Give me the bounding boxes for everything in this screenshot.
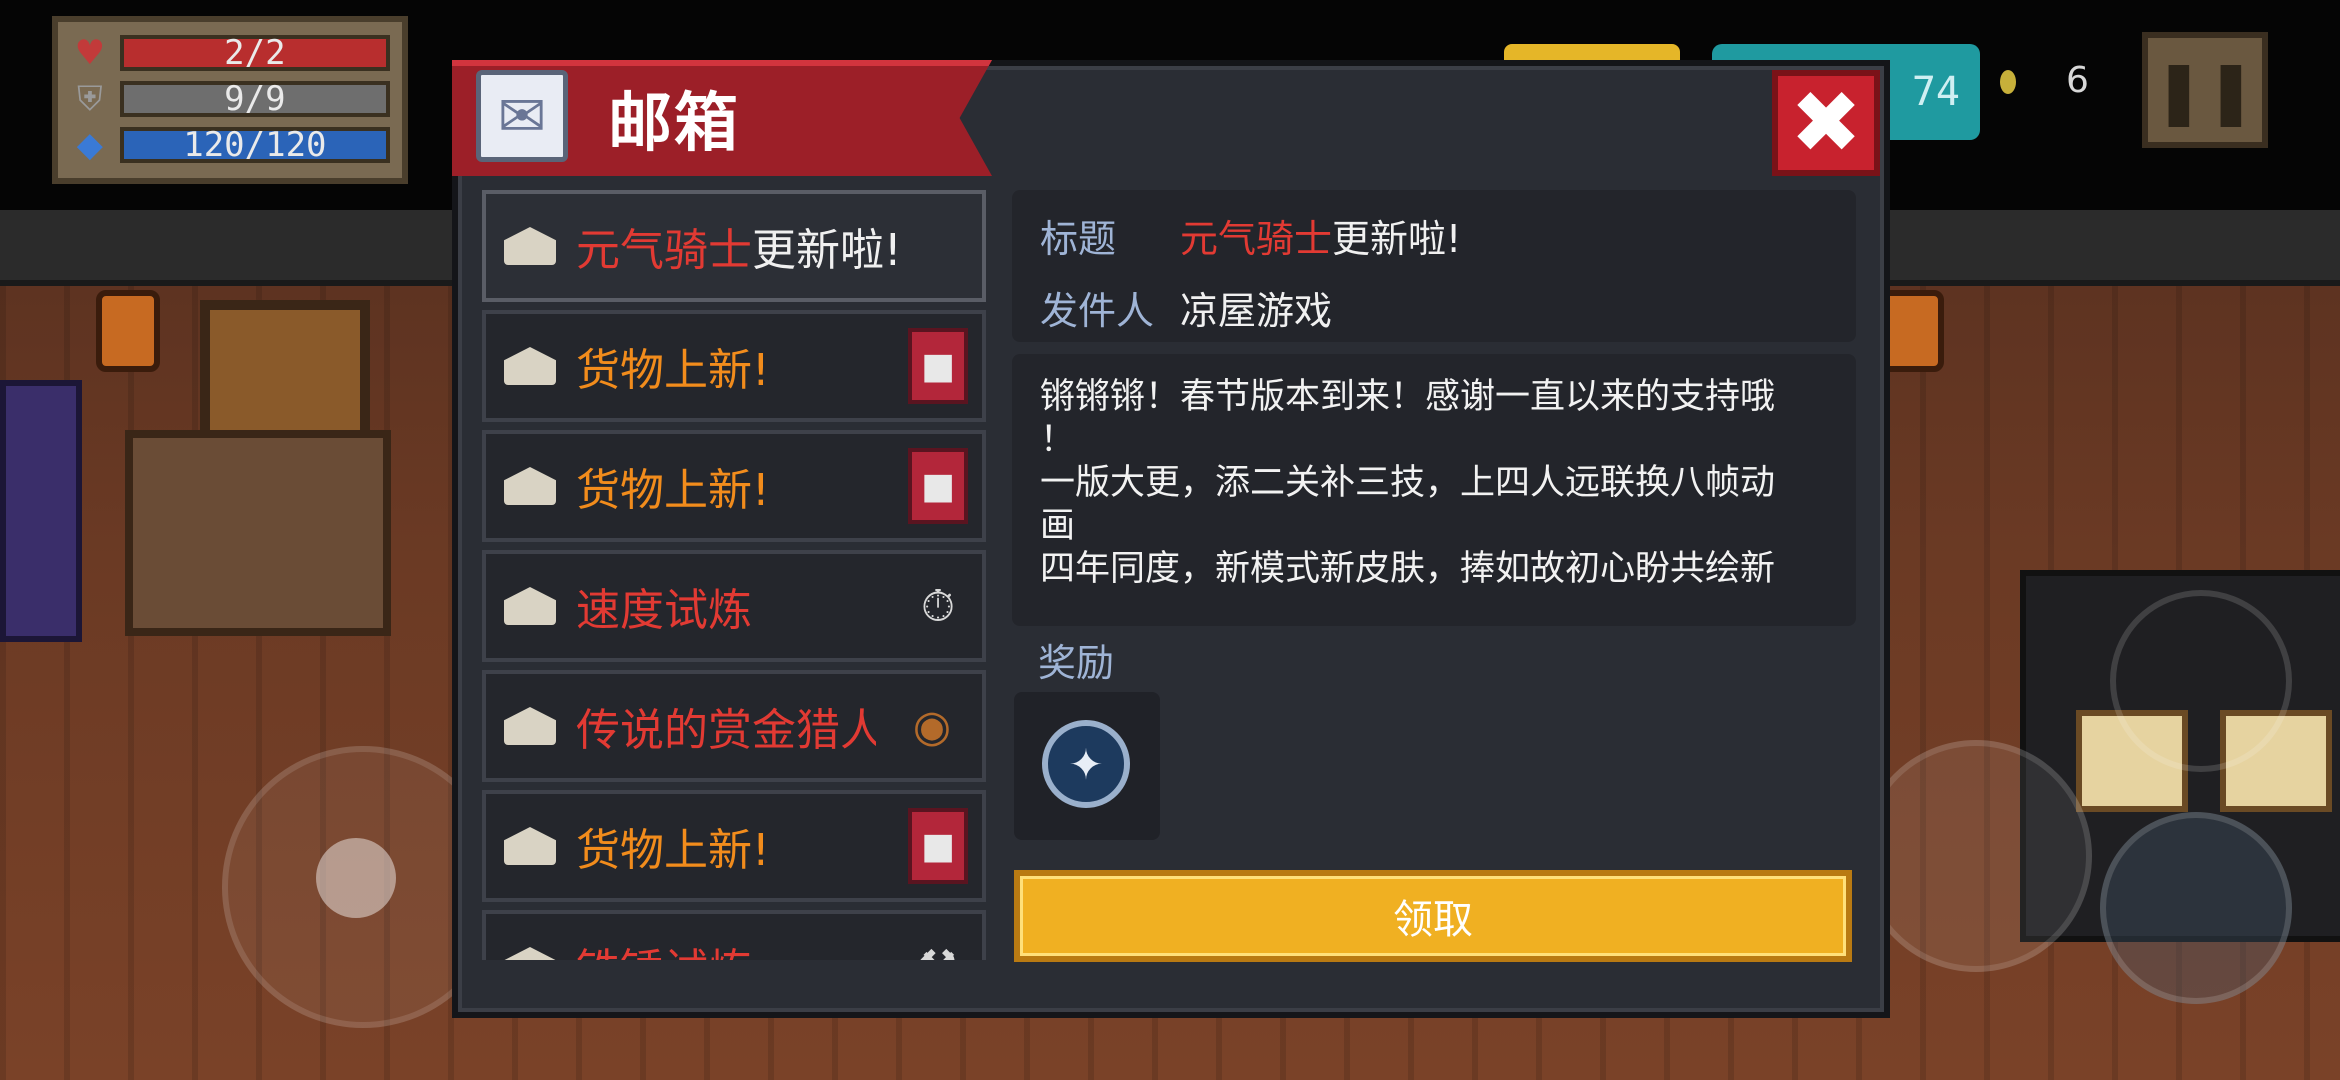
pause-icon: ❚❚	[2153, 53, 2257, 127]
armor-value: 9/9	[119, 79, 390, 119]
bounty-hunter-icon: ◉	[912, 700, 952, 752]
claim-button[interactable]: 领取	[1014, 870, 1852, 962]
attack-button[interactable]	[1860, 740, 2092, 972]
envelope-icon	[504, 227, 556, 265]
energy-value: 120/120	[119, 125, 390, 165]
weapon-switch-button[interactable]	[2110, 590, 2292, 772]
mail-body[interactable]: 锵锵锵！春节版本到来！感谢一直以来的支持哦 ！ 一版大更，添二关补三技，上四人远…	[1012, 354, 1856, 626]
joystick-knob[interactable]	[316, 838, 396, 918]
mail-item-1[interactable]: 元气骑士更新啦!	[482, 190, 986, 302]
subject-highlight: 元气骑士	[1180, 217, 1333, 261]
mail-list[interactable]: 元气骑士更新啦! 货物上新! ■ 货物上新! ■ 速度试炼 ⏱ 传说的赏金猎人 …	[482, 190, 990, 960]
mail-title: 货物上新!	[576, 465, 770, 516]
close-icon: ✖	[1789, 73, 1863, 173]
mail-item-2[interactable]: 货物上新! ■	[482, 310, 986, 422]
sender-value: 凉屋游戏	[1180, 289, 1333, 333]
cat-merchant-icon: ■	[908, 448, 968, 524]
subject-value: 元气骑士更新啦!	[1180, 208, 1461, 263]
pause-button[interactable]: ❚❚	[2142, 32, 2268, 148]
arcade-machine	[0, 380, 82, 642]
energy-row: ◆ 120/120	[70, 122, 390, 168]
reward-label: 奖励	[1038, 641, 1115, 685]
mail-body-line: 四年同度，新模式新皮肤，捧如故初心盼共绘新	[1040, 549, 1776, 589]
mail-title-highlight: 元气骑士	[576, 225, 752, 276]
mail-title: 速度试炼	[576, 585, 752, 636]
lantern-icon	[96, 290, 160, 372]
player-stats-panel: ♥ 2/2 ⛨ 9/9 ◆ 120/120	[52, 16, 408, 184]
heart-icon: ♥	[74, 33, 106, 73]
notice-board	[125, 430, 391, 636]
coin-icon	[2000, 70, 2016, 94]
diamond-icon: ◆	[76, 125, 103, 165]
skill-button[interactable]	[2100, 812, 2292, 1004]
mailbox-title: 邮箱	[608, 87, 740, 161]
cat-merchant-icon: ■	[908, 328, 968, 404]
envelope-icon	[504, 347, 556, 385]
envelope-icon	[504, 827, 556, 865]
mail-body-line: 一版大更，添二关补三技，上四人远联换八帧动	[1040, 463, 1776, 503]
armor-row: ⛨ 9/9	[70, 76, 390, 122]
mail-item-7[interactable]: 铁锤试炼 ⚒	[482, 910, 986, 960]
mail-body-line: ！	[1040, 420, 1076, 460]
coin-count: 6	[2066, 60, 2089, 101]
envelope-icon	[504, 467, 556, 505]
envelope-icon	[504, 587, 556, 625]
shield-icon: ⛨	[77, 79, 103, 119]
mail-item-6[interactable]: 货物上新! ■	[482, 790, 986, 902]
mail-title: 货物上新!	[576, 825, 770, 876]
sender-label: 发件人	[1040, 289, 1155, 333]
hammer-icon: ⚒	[908, 928, 968, 961]
stopwatch-icon: ⏱	[920, 580, 956, 632]
envelope-icon	[504, 707, 556, 745]
cat-merchant-icon: ■	[908, 808, 968, 884]
mail-body-line: 锵锵锵！春节版本到来！感谢一直以来的支持哦	[1040, 377, 1776, 417]
subject-label: 标题	[1040, 217, 1117, 261]
mail-title: 元气骑士更新啦!	[576, 214, 902, 278]
mail-item-3[interactable]: 货物上新! ■	[482, 430, 986, 542]
fish-icon: ✦	[1042, 720, 1130, 808]
close-button[interactable]: ✖	[1772, 70, 1880, 176]
hp-row: ♥ 2/2	[70, 30, 390, 76]
mail-title: 传说的赏金猎人	[576, 705, 876, 756]
mail-title-rest: 更新啦!	[752, 225, 902, 276]
mail-icon: ✉	[476, 70, 568, 162]
envelope-icon	[504, 947, 556, 960]
mail-item-4[interactable]: 速度试炼 ⏱	[482, 550, 986, 662]
mail-body-line: 画	[1040, 506, 1076, 546]
subject-rest: 更新啦!	[1332, 217, 1462, 261]
mail-title: 铁锤试炼	[576, 934, 752, 960]
hp-value: 2/2	[119, 33, 390, 73]
mail-title: 货物上新!	[576, 345, 770, 396]
mail-item-5[interactable]: 传说的赏金猎人 ◉	[482, 670, 986, 782]
